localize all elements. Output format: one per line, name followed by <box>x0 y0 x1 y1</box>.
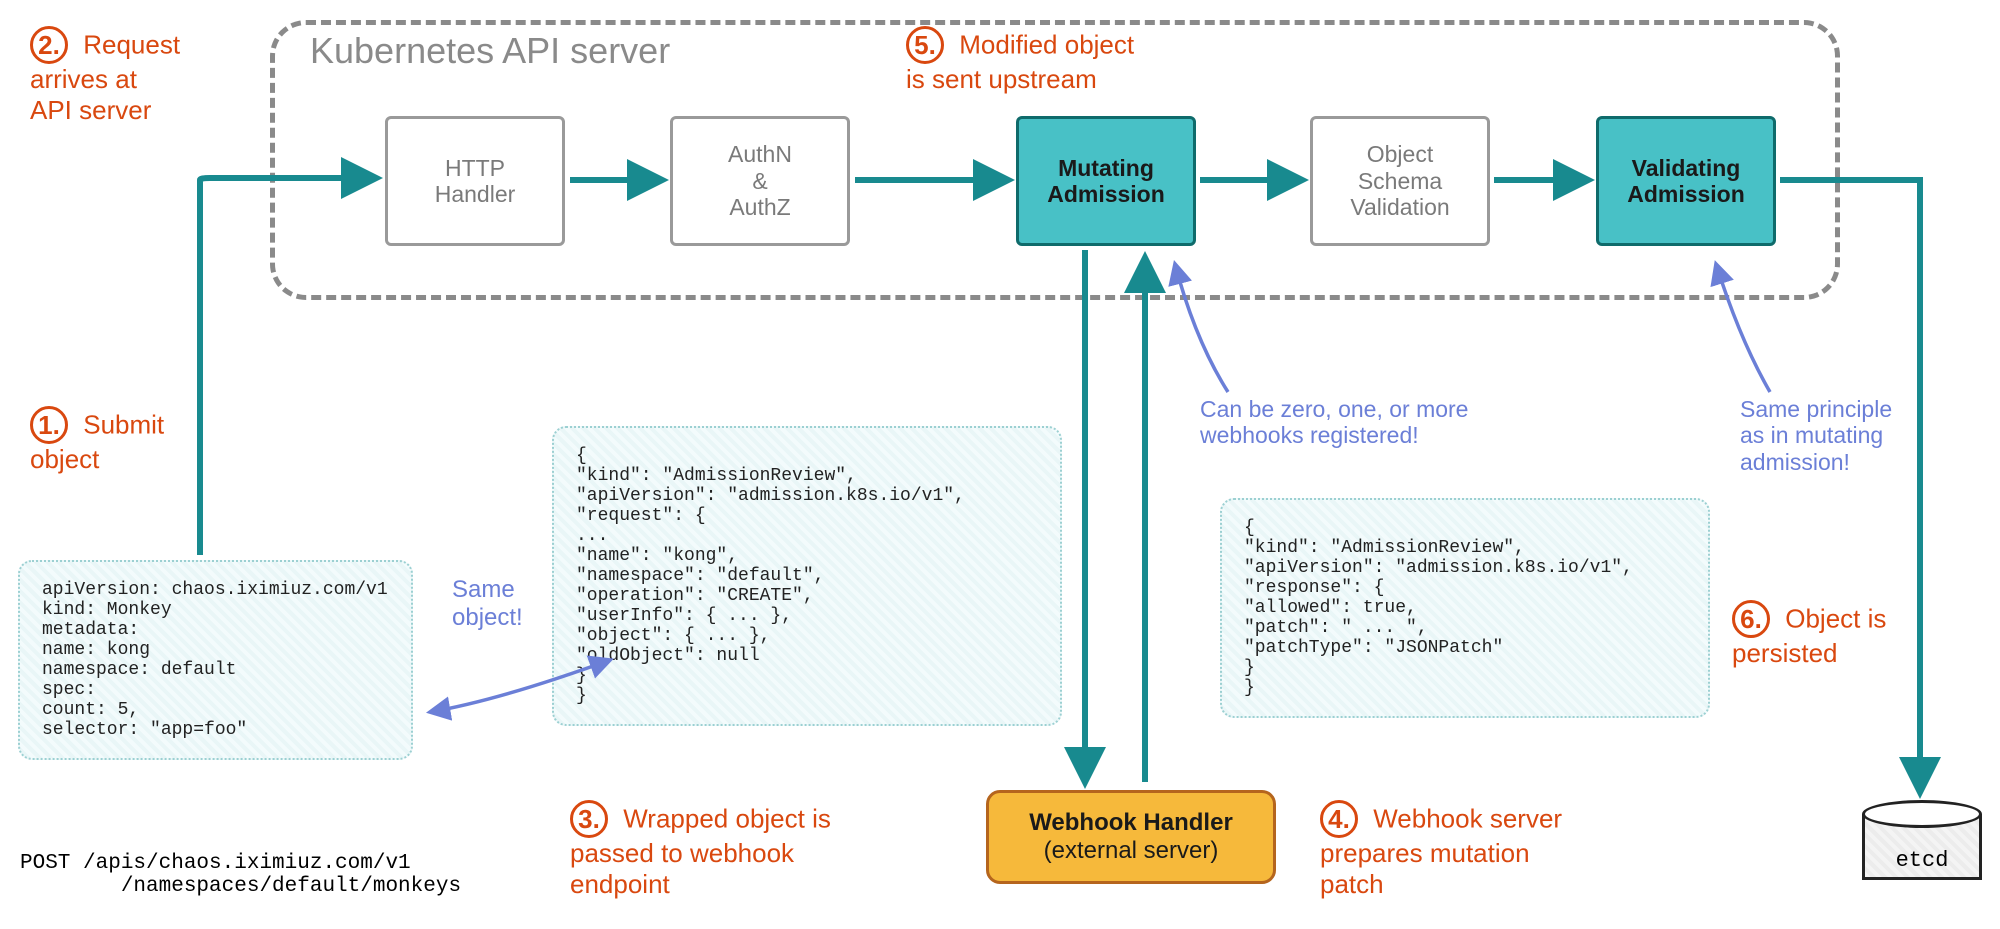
step-2: 2. Request arrives at API server <box>30 26 290 126</box>
webhook-handler-title: Webhook Handler <box>1029 809 1233 836</box>
mutating-admission-box: Mutating Admission <box>1016 116 1196 246</box>
admission-review-response: { "kind": "AdmissionReview", "apiVersion… <box>1220 498 1710 718</box>
api-server-title: Kubernetes API server <box>310 30 670 72</box>
step-6-number: 6. <box>1732 600 1770 638</box>
yaml-manifest: apiVersion: chaos.iximiuz.com/v1 kind: M… <box>18 560 413 760</box>
http-handler-box: HTTP Handler <box>385 116 565 246</box>
same-object-note: Same object! <box>452 576 523 631</box>
step-5-number: 5. <box>906 26 944 64</box>
webhook-handler-box: Webhook Handler (external server) <box>986 790 1276 884</box>
etcd-label: etcd <box>1862 848 1982 873</box>
http-post: POST /apis/chaos.iximiuz.com/v1 /namespa… <box>20 852 461 898</box>
step-3-text: Wrapped object is passed to webhook endp… <box>570 804 831 900</box>
step-4: 4. Webhook server prepares mutation patc… <box>1320 800 1740 900</box>
etcd-store: etcd <box>1862 800 1982 890</box>
admission-review-request: { "kind": "AdmissionReview", "apiVersion… <box>552 426 1062 726</box>
step-1: 1. Submit object <box>30 406 164 475</box>
step-1-number: 1. <box>30 406 68 444</box>
step-2-number: 2. <box>30 26 68 64</box>
authn-authz-box: AuthN & AuthZ <box>670 116 850 246</box>
validating-note: Same principle as in mutating admission! <box>1740 396 1990 475</box>
step-4-number: 4. <box>1320 800 1358 838</box>
validating-admission-box: Validating Admission <box>1596 116 1776 246</box>
step-3: 3. Wrapped object is passed to webhook e… <box>570 800 990 900</box>
step-3-number: 3. <box>570 800 608 838</box>
step-5: 5. Modified object is sent upstream <box>906 26 1326 95</box>
schema-validation-box: Object Schema Validation <box>1310 116 1490 246</box>
webhook-handler-sub: (external server) <box>1044 837 1219 864</box>
webhooks-note: Can be zero, one, or more webhooks regis… <box>1200 396 1550 449</box>
step-6: 6. Object is persisted <box>1732 600 2000 669</box>
etcd-lid <box>1862 800 1982 828</box>
